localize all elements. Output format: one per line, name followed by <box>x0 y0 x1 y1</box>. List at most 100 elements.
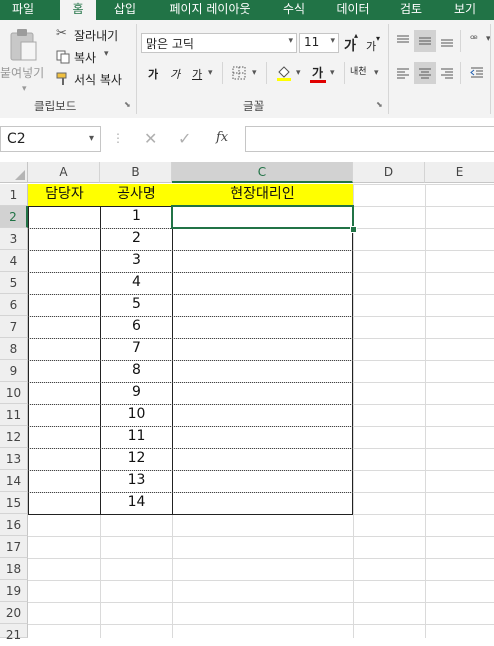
tab-data[interactable]: 데이터 <box>328 0 378 20</box>
tab-formulas[interactable]: 수식 <box>276 0 312 20</box>
row-header[interactable]: 2 <box>0 206 28 228</box>
underline-button[interactable]: 가 <box>192 66 202 82</box>
font-name-dropdown[interactable]: 맑은 고딕 ▾ <box>141 33 297 53</box>
font-color-dropdown-icon[interactable]: ▾ <box>330 68 335 78</box>
fill-color-dropdown-icon[interactable]: ▾ <box>296 68 301 78</box>
scissors-icon: ✂ <box>56 26 67 41</box>
row-header[interactable]: 4 <box>0 250 28 272</box>
ribbon-tab-bar: 파일 홈 삽입 페이지 레이아웃 수식 데이터 검토 보기 <box>0 0 494 20</box>
number-cell[interactable]: 2 <box>100 228 173 250</box>
fill-color-icon[interactable] <box>276 64 292 82</box>
row-header[interactable]: 9 <box>0 360 28 382</box>
insert-function-icon[interactable]: fx <box>216 130 228 145</box>
borders-icon[interactable] <box>232 66 246 80</box>
row-header[interactable]: 3 <box>0 228 28 250</box>
number-cell[interactable]: 5 <box>100 294 173 316</box>
row-header[interactable]: 21 <box>0 624 28 642</box>
tab-file[interactable]: 파일 <box>0 0 46 20</box>
font-size-dropdown[interactable]: 11 ▾ <box>299 33 339 53</box>
column-header-a[interactable]: A <box>28 162 100 183</box>
number-cell[interactable]: 13 <box>100 470 173 492</box>
row-header[interactable]: 18 <box>0 558 28 580</box>
copy-button[interactable]: 복사 ▾ <box>56 48 126 66</box>
number-cell[interactable]: 9 <box>100 382 173 404</box>
tab-home[interactable]: 홈 <box>60 0 96 20</box>
column-header-c[interactable]: C <box>172 162 353 183</box>
phonetic-dropdown-icon[interactable]: ▾ <box>374 68 379 78</box>
chevron-down-icon: ▾ <box>330 36 335 46</box>
group-separator <box>388 24 389 114</box>
orientation-icon[interactable]: ꟹ <box>470 32 478 46</box>
row-header[interactable]: 1 <box>0 184 28 206</box>
separator <box>266 62 267 84</box>
number-cell[interactable]: 1 <box>100 206 173 228</box>
row-header[interactable]: 19 <box>0 580 28 602</box>
align-left-icon[interactable] <box>396 66 410 80</box>
header-cell-manager[interactable]: 담당자 <box>28 184 101 206</box>
font-launcher-icon[interactable]: ⬊ <box>376 100 383 109</box>
row-header[interactable]: 20 <box>0 602 28 624</box>
number-cell[interactable]: 10 <box>100 404 173 426</box>
row-header[interactable]: 5 <box>0 272 28 294</box>
enter-icon[interactable]: ✓ <box>178 129 191 148</box>
number-cell[interactable]: 12 <box>100 448 173 470</box>
worksheet-grid[interactable] <box>0 162 494 638</box>
cancel-icon[interactable]: ✕ <box>144 129 157 148</box>
format-painter-button[interactable]: 서식 복사 <box>56 70 130 88</box>
shrink-font-button[interactable]: 가 <box>366 38 376 54</box>
borders-dropdown-icon[interactable]: ▾ <box>252 68 257 78</box>
align-center-button[interactable] <box>414 62 436 84</box>
font-group-label: 글꼴 <box>243 99 265 113</box>
grow-arrow-icon: ▴ <box>354 31 359 40</box>
italic-button[interactable]: 가 <box>170 66 180 82</box>
column-header-e[interactable]: E <box>425 162 494 183</box>
number-cell[interactable]: 3 <box>100 250 173 272</box>
number-cell[interactable]: 6 <box>100 316 173 338</box>
tab-insert[interactable]: 삽입 <box>106 0 144 20</box>
row-header[interactable]: 10 <box>0 382 28 404</box>
tab-review[interactable]: 검토 <box>392 0 430 20</box>
fill-handle[interactable] <box>350 226 357 233</box>
font-size-value: 11 <box>304 35 320 49</box>
tab-page-layout[interactable]: 페이지 레이아웃 <box>160 0 260 20</box>
align-bottom-icon[interactable] <box>440 34 454 48</box>
paste-dropdown-icon[interactable]: ▾ <box>22 84 27 94</box>
select-all-corner[interactable] <box>0 162 28 183</box>
row-header[interactable]: 14 <box>0 470 28 492</box>
align-top-icon[interactable] <box>396 34 410 48</box>
column-header-b[interactable]: B <box>100 162 172 183</box>
copy-dropdown-icon[interactable]: ▾ <box>104 49 109 59</box>
cut-button[interactable]: ✂ 잘라내기 <box>56 26 126 44</box>
name-box[interactable]: C2 ▾ <box>0 126 101 152</box>
row-header[interactable]: 16 <box>0 514 28 536</box>
underline-dropdown-icon[interactable]: ▾ <box>208 68 213 78</box>
bold-button[interactable]: 가 <box>148 66 158 82</box>
align-right-icon[interactable] <box>440 66 454 80</box>
cut-label: 잘라내기 <box>74 29 119 43</box>
row-header[interactable]: 6 <box>0 294 28 316</box>
header-cell-project[interactable]: 공사명 <box>100 184 173 206</box>
align-middle-button[interactable] <box>414 30 436 52</box>
row-header[interactable]: 12 <box>0 426 28 448</box>
row-header[interactable]: 17 <box>0 536 28 558</box>
row-header[interactable]: 7 <box>0 316 28 338</box>
number-cell[interactable]: 14 <box>100 492 173 514</box>
column-header-d[interactable]: D <box>353 162 425 183</box>
font-color-icon[interactable]: 가 <box>312 64 323 81</box>
phonetic-button[interactable]: 내천 <box>350 64 367 77</box>
number-cell[interactable]: 11 <box>100 426 173 448</box>
row-header[interactable]: 15 <box>0 492 28 514</box>
row-header[interactable]: 11 <box>0 404 28 426</box>
tab-view[interactable]: 보기 <box>446 0 484 20</box>
number-cell[interactable]: 8 <box>100 360 173 382</box>
number-cell[interactable]: 4 <box>100 272 173 294</box>
decrease-indent-icon[interactable] <box>470 66 484 80</box>
separator <box>460 30 461 52</box>
group-separator <box>136 24 137 114</box>
number-cell[interactable]: 7 <box>100 338 173 360</box>
header-cell-site-agent[interactable]: 현장대리인 <box>172 184 353 206</box>
active-cell-c2[interactable] <box>171 205 354 229</box>
row-header[interactable]: 8 <box>0 338 28 360</box>
row-header[interactable]: 13 <box>0 448 28 470</box>
formula-input[interactable] <box>245 126 494 152</box>
